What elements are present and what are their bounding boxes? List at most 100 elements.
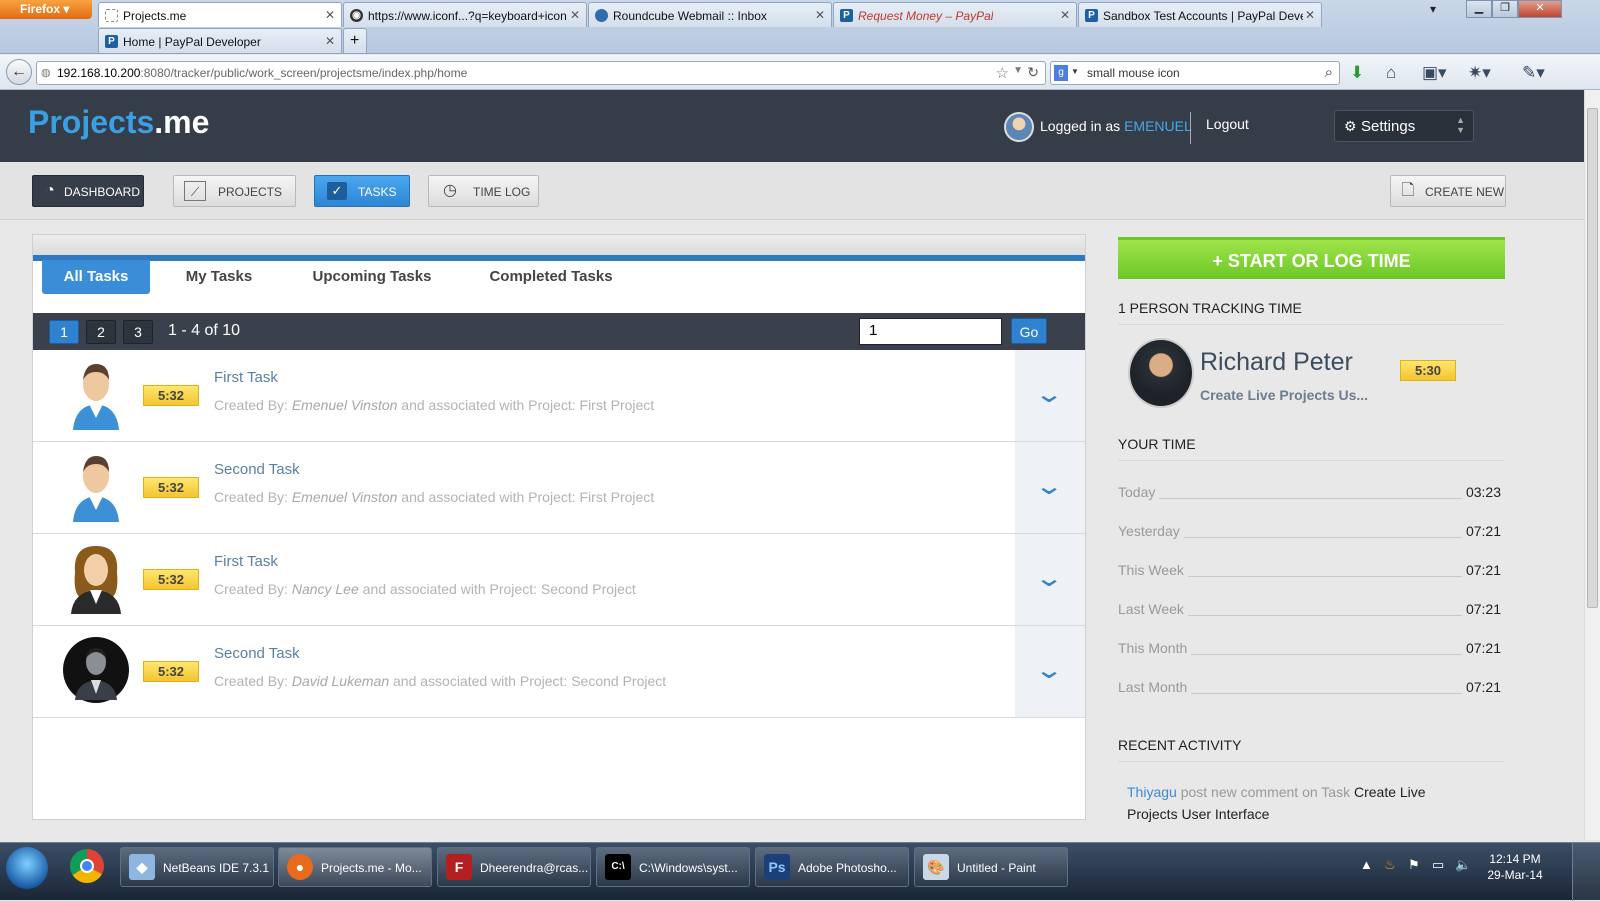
new-tab-button[interactable]: + [343, 28, 367, 53]
chevron-down-icon: ⌄ [1033, 657, 1065, 684]
search-input[interactable]: g ▼ small mouse icon ⌕ [1050, 61, 1340, 85]
clock-date: 29-Mar-14 [1487, 868, 1543, 882]
create-new-button[interactable]: 🗋 CREATE NEW [1390, 175, 1506, 207]
settings-dropdown[interactable]: ⚙ Settings ▲ ▼ [1334, 110, 1474, 142]
tracker-name[interactable]: Richard Peter [1200, 348, 1353, 377]
browser-tab-paypal-sandbox[interactable]: P Sandbox Test Accounts | PayPal Deve...… [1078, 2, 1322, 27]
taskbar-item-photoshop[interactable]: Ps Adobe Photosho... [755, 847, 909, 887]
settings-label: Settings [1361, 118, 1416, 135]
task-title[interactable]: Second Task [214, 461, 300, 478]
close-window-icon[interactable]: ✕ [1518, 0, 1562, 18]
system-clock[interactable]: 12:14 PM 29-Mar-14 [1480, 851, 1550, 883]
bookmarks-icon[interactable]: ▣▾ [1422, 63, 1447, 83]
bookmark-star-icon[interactable]: ☆ [996, 64, 1009, 82]
show-hidden-icons[interactable]: ▲ [1360, 857, 1373, 872]
tasks-button[interactable]: ✓ TASKS [314, 175, 410, 207]
firefox-menu-button[interactable]: Firefox ▾ [0, 0, 92, 19]
app-logo[interactable]: Projects.me [28, 104, 209, 141]
page-button-3[interactable]: 3 [123, 320, 153, 344]
search-icon[interactable]: ⌕ [1325, 64, 1333, 81]
close-tab-icon[interactable]: ✕ [1060, 8, 1070, 22]
addon-icon[interactable]: ✷▾ [1468, 63, 1491, 83]
expand-button[interactable]: ⌄ [1015, 350, 1085, 441]
browser-tab-paypal-request[interactable]: P Request Money – PayPal ✕ [833, 2, 1077, 27]
download-icon[interactable]: ⬇ [1350, 63, 1364, 83]
username-link[interactable]: EMENUEL [1124, 118, 1192, 134]
main-toolbar: ◔ DASHBOARD ⟋ PROJECTS ✓ TASKS ◷ TIME LO… [0, 162, 1584, 220]
close-tab-icon[interactable]: ✕ [1305, 8, 1315, 22]
tools-icon[interactable]: ✎▾ [1522, 63, 1545, 83]
close-tab-icon[interactable]: ✕ [325, 8, 335, 22]
volume-icon[interactable]: 🔈 [1455, 857, 1471, 873]
page-number-input[interactable]: 1 [859, 318, 1002, 345]
taskbar-item-netbeans[interactable]: ◆ NetBeans IDE 7.3.1 [120, 847, 274, 887]
page-button-1[interactable]: 1 [49, 320, 79, 344]
close-tab-icon[interactable]: ✕ [325, 34, 335, 48]
flag-icon[interactable]: ⚑ [1408, 857, 1420, 873]
taskbar-item-paint[interactable]: 🎨 Untitled - Paint [914, 847, 1068, 887]
task-row[interactable]: 5:32 First Task Created By: Nancy Lee an… [33, 534, 1085, 626]
start-log-time-button[interactable]: + START OR LOG TIME [1118, 237, 1505, 279]
browser-tab-projects[interactable]: Projects.me ✕ [98, 2, 342, 27]
network-icon[interactable]: ▭ [1432, 857, 1444, 873]
activity-user-link[interactable]: Thiyagu [1127, 784, 1177, 800]
expand-button[interactable]: ⌄ [1015, 626, 1085, 717]
maximize-icon[interactable]: ❐ [1492, 0, 1518, 18]
reload-icon[interactable]: ↻ [1027, 64, 1039, 81]
close-tab-icon[interactable]: ✕ [815, 8, 825, 22]
search-engine-dropdown-icon[interactable]: ▼ [1071, 67, 1079, 76]
tab-list-icon[interactable]: ▾ [1430, 2, 1436, 16]
scrollbar-thumb[interactable] [1587, 108, 1598, 608]
expand-button[interactable]: ⌄ [1015, 534, 1085, 625]
taskbar-item-cmd[interactable]: C:\ C:\Windows\syst... [596, 847, 750, 887]
url-host: 192.168.10.200 [57, 66, 141, 80]
go-button[interactable]: Go [1011, 318, 1047, 344]
tab-upcoming-tasks[interactable]: Upcoming Tasks [299, 260, 445, 294]
task-row[interactable]: 5:32 First Task Created By: Emenuel Vins… [33, 350, 1085, 442]
page-button-2[interactable]: 2 [86, 320, 116, 344]
browser-tab-bar: Firefox ▾ Projects.me ✕ ◉ https://www.ic… [0, 0, 1600, 54]
divider [1118, 324, 1505, 325]
url-bar[interactable]: ◍ 192.168.10.200:8080/tracker/public/wor… [36, 61, 1046, 85]
task-association: and associated with Project: First Proje… [397, 489, 655, 505]
minimize-icon[interactable]: ▁ [1466, 0, 1492, 18]
dashboard-label: DASHBOARD [64, 185, 141, 199]
page-scrollbar[interactable] [1584, 90, 1600, 840]
time-badge: 5:32 [143, 569, 199, 590]
expand-button[interactable]: ⌄ [1015, 442, 1085, 533]
task-title[interactable]: First Task [214, 369, 278, 386]
tab-my-tasks[interactable]: My Tasks [168, 260, 270, 294]
taskbar-item-filezilla[interactable]: F Dheerendra@rcas... [437, 847, 591, 887]
firefox-menu-label: Firefox [20, 2, 61, 16]
logout-link[interactable]: Logout [1206, 116, 1249, 132]
time-row-label: This Month [1118, 640, 1192, 656]
projects-button[interactable]: ⟋ PROJECTS [173, 175, 296, 207]
browser-tab-iconfinder[interactable]: ◉ https://www.iconf...?q=keyboard+icon ✕ [343, 2, 587, 27]
task-title[interactable]: First Task [214, 553, 278, 570]
tracker-task[interactable]: Create Live Projects Us... [1200, 387, 1368, 403]
chrome-icon[interactable] [70, 849, 104, 883]
close-tab-icon[interactable]: ✕ [570, 8, 580, 22]
checkbox-icon: ✓ [327, 182, 347, 200]
task-title[interactable]: Second Task [214, 645, 300, 662]
taskbar-item-firefox[interactable]: ● Projects.me - Mo... [278, 847, 432, 887]
taskbar-item-label: Dheerendra@rcas... [480, 861, 589, 875]
dashboard-button[interactable]: ◔ DASHBOARD [32, 175, 144, 207]
chevron-updown-icon: ▲ ▼ [1456, 115, 1465, 135]
browser-tab-paypal-home[interactable]: P Home | PayPal Developer ✕ [98, 28, 342, 53]
browser-tab-roundcube[interactable]: Roundcube Webmail :: Inbox ✕ [588, 2, 832, 27]
tab-completed-tasks[interactable]: Completed Tasks [476, 260, 626, 294]
task-row[interactable]: 5:32 Second Task Created By: David Lukem… [33, 626, 1085, 718]
back-arrow-icon[interactable]: ← [6, 59, 32, 85]
time-log-button[interactable]: ◷ TIME LOG [428, 175, 539, 207]
tab-all-tasks[interactable]: All Tasks [42, 260, 150, 294]
url-dropdown-icon[interactable]: ▼ [1013, 65, 1023, 76]
home-icon[interactable]: ⌂ [1386, 63, 1396, 83]
windows-start-button[interactable] [6, 847, 48, 889]
show-desktop-button[interactable] [1572, 843, 1600, 901]
task-row[interactable]: 5:32 Second Task Created By: Emenuel Vin… [33, 442, 1085, 534]
female-avatar-icon [71, 546, 121, 614]
flame-icon[interactable]: ♨ [1384, 857, 1396, 873]
tasks-label: TASKS [358, 185, 397, 199]
tab-label: Projects.me [123, 9, 187, 23]
